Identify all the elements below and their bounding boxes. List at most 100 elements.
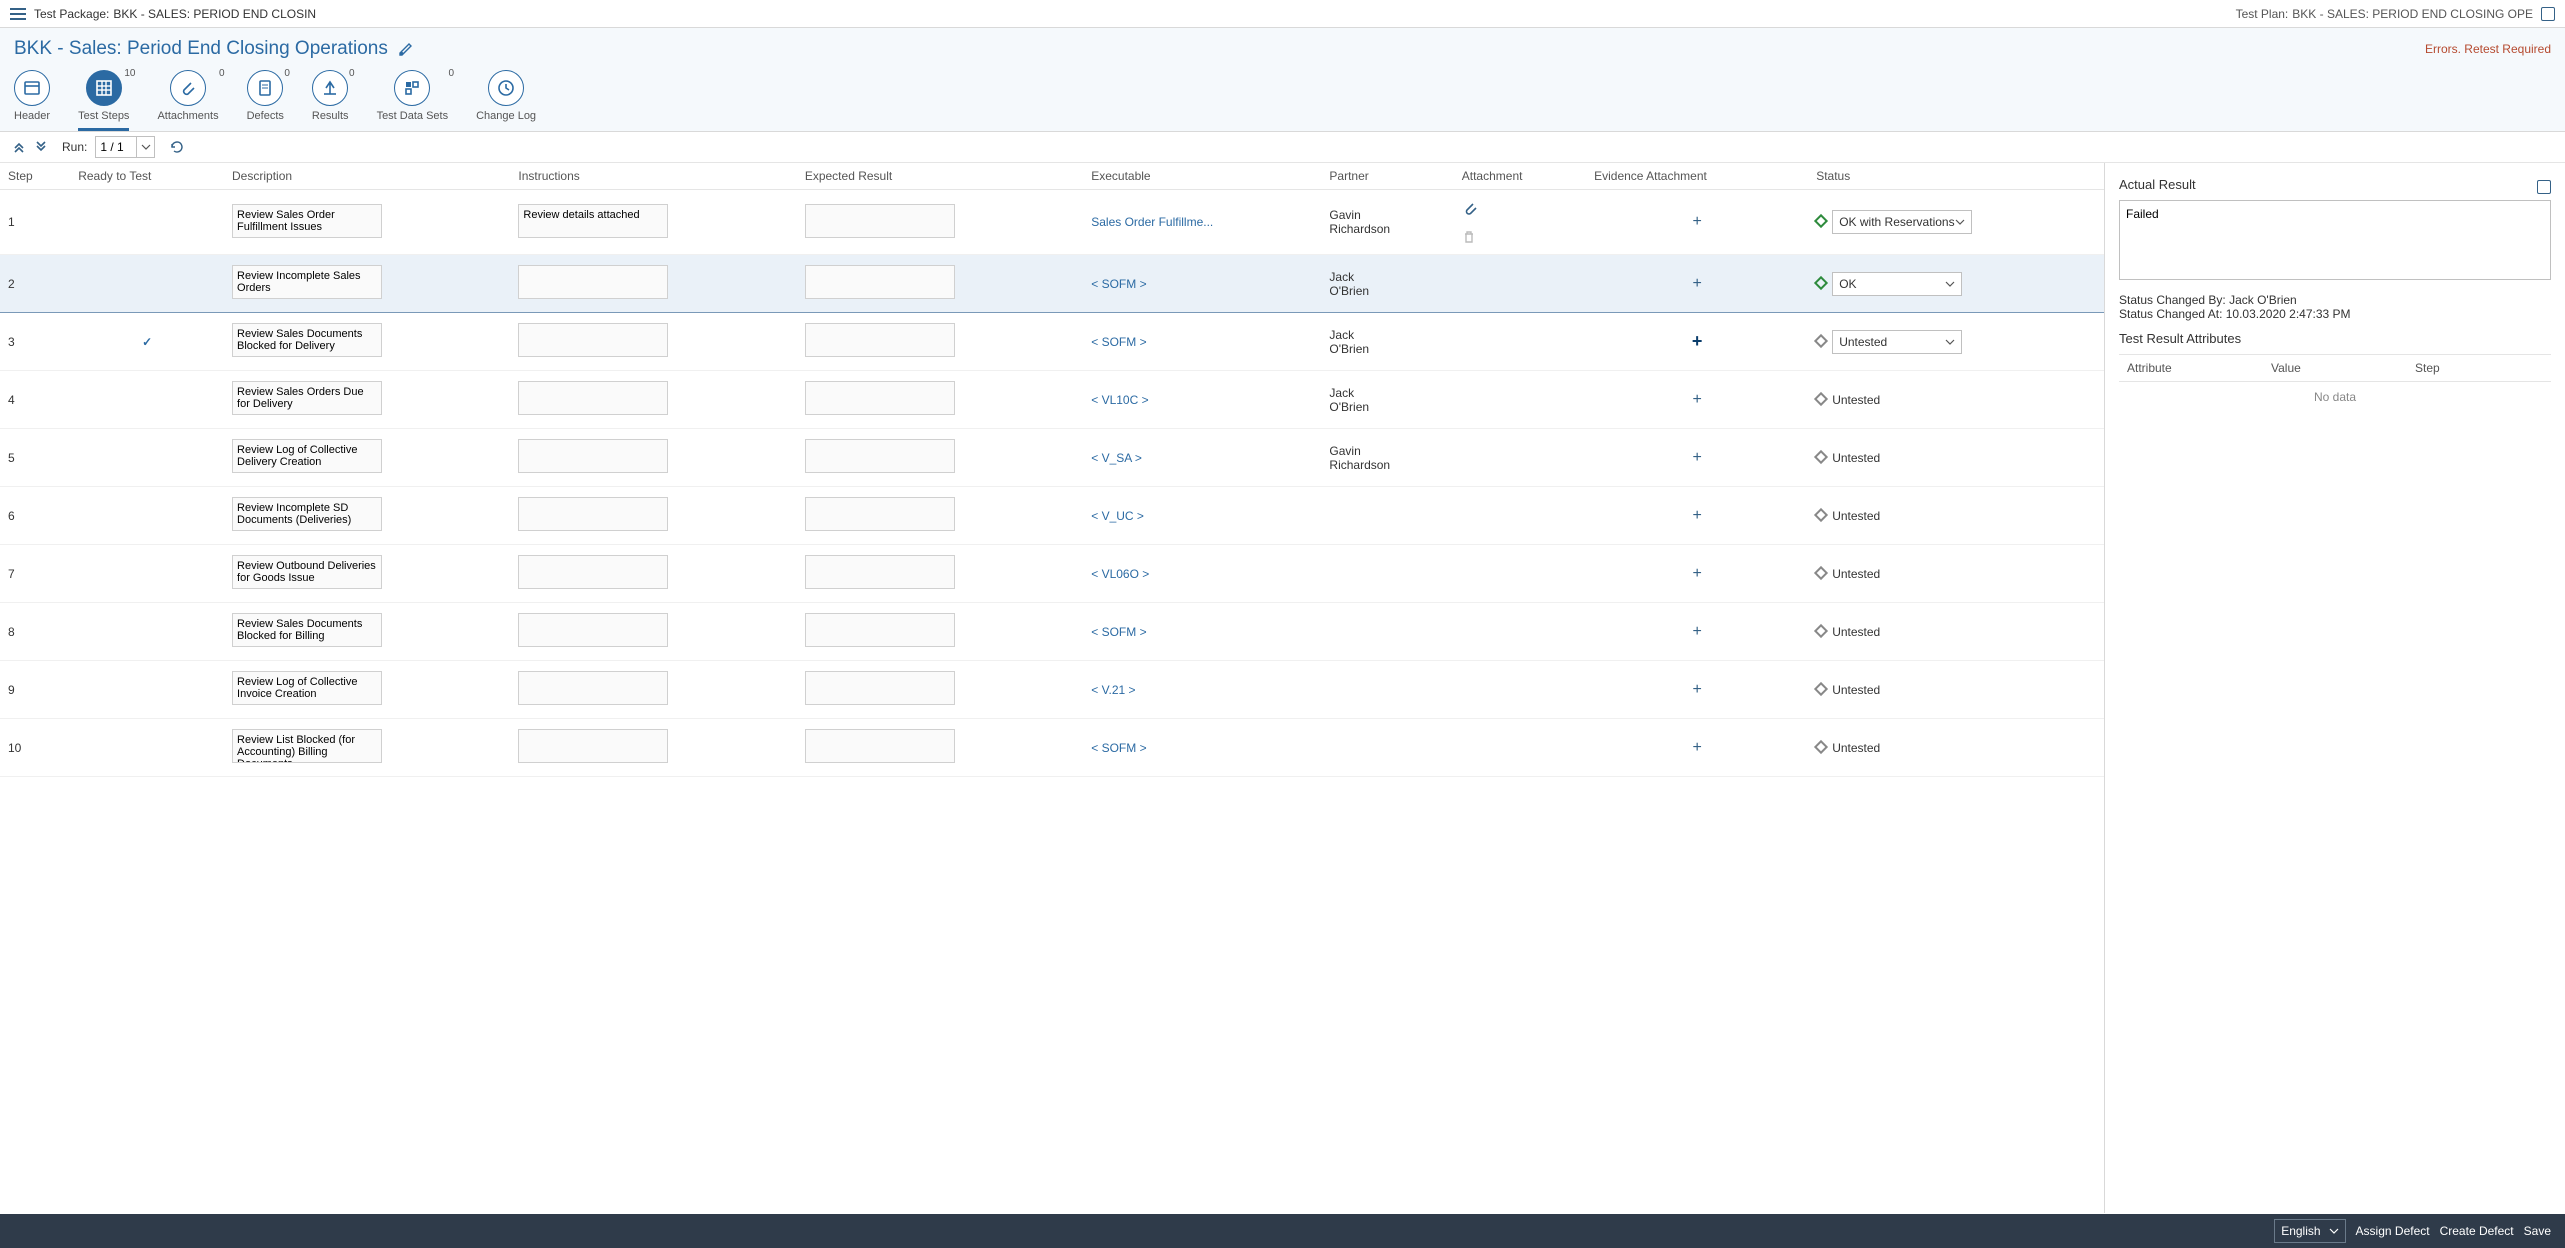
col-att[interactable]: Attachment [1454,163,1586,190]
executable-link[interactable]: < VL06O > [1091,567,1149,581]
desc-input[interactable]: Review Outbound Deliveries for Goods Iss… [232,555,382,589]
executable-link[interactable]: < V_SA > [1091,451,1142,465]
table-row[interactable]: 6Review Incomplete SD Documents (Deliver… [0,487,2104,545]
table-row[interactable]: 2Review Incomplete Sales Orders< SOFM >J… [0,255,2104,313]
run-input[interactable] [96,137,136,157]
instr-input[interactable] [518,497,668,531]
desc-input[interactable]: Review Incomplete Sales Orders [232,265,382,299]
changed-at-label: Status Changed At: [2119,307,2226,321]
desc-input[interactable]: Review Sales Documents Blocked for Billi… [232,613,382,647]
status-select[interactable]: OK with Reservations [1832,210,1971,234]
add-evidence-icon[interactable]: + [1692,275,1701,292]
status-select[interactable]: Untested [1832,330,1962,354]
instr-input[interactable] [518,439,668,473]
instr-input[interactable]: Review details attached [518,204,668,238]
desc-input[interactable]: Review Log of Collective Invoice Creatio… [232,671,382,705]
col-status[interactable]: Status [1808,163,2104,190]
exp-input[interactable] [805,204,955,238]
exp-input[interactable] [805,323,955,357]
menu-icon[interactable] [10,8,26,20]
table-row[interactable]: 1Review Sales Order Fulfillment IssuesRe… [0,190,2104,255]
exp-input[interactable] [805,265,955,299]
add-evidence-icon[interactable]: + [1692,331,1703,351]
table-row[interactable]: 3✓Review Sales Documents Blocked for Del… [0,313,2104,371]
run-selector[interactable] [95,136,155,158]
exp-input[interactable] [805,497,955,531]
edit-icon[interactable] [398,41,414,57]
exp-input[interactable] [805,729,955,763]
side-panel-toggle-icon[interactable] [2537,180,2551,194]
tab-attachments[interactable]: 0Attachments [157,70,218,131]
instr-input[interactable] [518,323,668,357]
add-evidence-icon[interactable]: + [1692,507,1701,524]
add-evidence-icon[interactable]: + [1692,449,1701,466]
exp-input[interactable] [805,613,955,647]
tab-defects[interactable]: 0Defects [247,70,284,131]
attachment-icon[interactable] [1462,200,1578,216]
executable-link[interactable]: < VL10C > [1091,393,1148,407]
table-row[interactable]: 7Review Outbound Deliveries for Goods Is… [0,545,2104,603]
table-row[interactable]: 8Review Sales Documents Blocked for Bill… [0,603,2104,661]
refresh-icon[interactable] [169,139,185,155]
tab-changelog[interactable]: Change Log [476,70,536,131]
desc-input[interactable]: Review Sales Orders Due for Delivery [232,381,382,415]
col-desc[interactable]: Description [224,163,510,190]
run-dropdown-icon[interactable] [136,137,154,157]
executable-link[interactable]: < SOFM > [1091,625,1146,639]
col-evatt[interactable]: Evidence Attachment [1586,163,1808,190]
tab-header[interactable]: Header [14,70,50,131]
status-select[interactable]: OK [1832,272,1962,296]
executable-link[interactable]: < V.21 > [1091,683,1135,697]
exp-input[interactable] [805,671,955,705]
col-step[interactable]: Step [0,163,70,190]
instr-input[interactable] [518,265,668,299]
desc-input[interactable]: Review Sales Order Fulfillment Issues [232,204,382,238]
table-row[interactable]: 5Review Log of Collective Delivery Creat… [0,429,2104,487]
desc-input[interactable]: Review List Blocked (for Accounting) Bil… [232,729,382,763]
executable-link[interactable]: Sales Order Fulfillme... [1091,215,1213,229]
instr-input[interactable] [518,381,668,415]
instr-input[interactable] [518,671,668,705]
ready-cell [70,487,224,545]
executable-link[interactable]: < SOFM > [1091,335,1146,349]
desc-input[interactable]: Review Sales Documents Blocked for Deliv… [232,323,382,357]
expand-all-icon[interactable] [34,140,48,154]
exp-input[interactable] [805,439,955,473]
col-instr[interactable]: Instructions [510,163,796,190]
executable-link[interactable]: < V_UC > [1091,509,1144,523]
ready-cell [70,661,224,719]
table-row[interactable]: 10Review List Blocked (for Accounting) B… [0,719,2104,777]
create-defect-button[interactable]: Create Defect [2440,1224,2514,1238]
save-button[interactable]: Save [2524,1224,2551,1238]
executable-link[interactable]: < SOFM > [1091,277,1146,291]
col-exp[interactable]: Expected Result [797,163,1083,190]
executable-link[interactable]: < SOFM > [1091,741,1146,755]
col-partner[interactable]: Partner [1321,163,1453,190]
table-row[interactable]: 9Review Log of Collective Invoice Creati… [0,661,2104,719]
panel-toggle-icon[interactable] [2541,7,2555,21]
add-evidence-icon[interactable]: + [1692,623,1701,640]
exp-input[interactable] [805,381,955,415]
table-row[interactable]: 4Review Sales Orders Due for Delivery< V… [0,371,2104,429]
tab-testdata[interactable]: 0Test Data Sets [377,70,449,131]
add-evidence-icon[interactable]: + [1692,391,1701,408]
instr-input[interactable] [518,555,668,589]
add-evidence-icon[interactable]: + [1692,739,1701,756]
add-evidence-icon[interactable]: + [1692,565,1701,582]
collapse-all-icon[interactable] [12,140,26,154]
tab-teststeps[interactable]: 10Test Steps [78,70,129,131]
delete-icon[interactable] [1462,230,1578,244]
language-selector[interactable]: English [2274,1219,2345,1243]
desc-input[interactable]: Review Incomplete SD Documents (Deliveri… [232,497,382,531]
exp-input[interactable] [805,555,955,589]
tab-results[interactable]: 0Results [312,70,349,131]
assign-defect-button[interactable]: Assign Defect [2356,1224,2430,1238]
actual-result-input[interactable]: Failed [2119,200,2551,280]
instr-input[interactable] [518,613,668,647]
add-evidence-icon[interactable]: + [1692,681,1701,698]
instr-input[interactable] [518,729,668,763]
desc-input[interactable]: Review Log of Collective Delivery Creati… [232,439,382,473]
add-evidence-icon[interactable]: + [1692,213,1701,230]
col-ready[interactable]: Ready to Test [70,163,224,190]
col-exec[interactable]: Executable [1083,163,1321,190]
